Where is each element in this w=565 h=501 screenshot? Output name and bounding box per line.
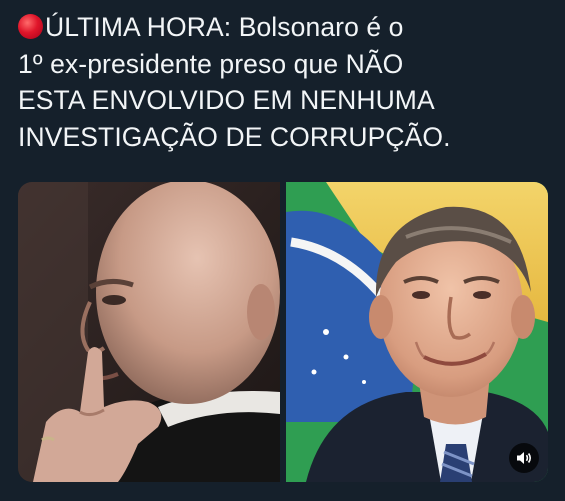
post-line-2: 1º ex-presidente preso que NÃO — [18, 48, 404, 79]
post-line-3: ESTA ENVOLVIDO EM NENHUMA — [18, 85, 435, 115]
right-photo-image — [286, 182, 548, 482]
left-photo[interactable] — [18, 182, 280, 482]
mute-button[interactable] — [509, 443, 539, 473]
right-photo[interactable] — [286, 182, 548, 482]
post-line-1: ÚLTIMA HORA: Bolsonaro é o — [45, 12, 404, 42]
media-grid[interactable] — [18, 182, 548, 482]
post-line-4: INVESTIGAÇÃO DE CORRUPÇÃO. — [18, 121, 451, 152]
red-circle-icon — [18, 14, 43, 39]
post-text: ÚLTIMA HORA: Bolsonaro é o 1º ex-preside… — [18, 9, 553, 155]
left-photo-image — [18, 182, 280, 482]
speaker-icon — [517, 452, 531, 464]
